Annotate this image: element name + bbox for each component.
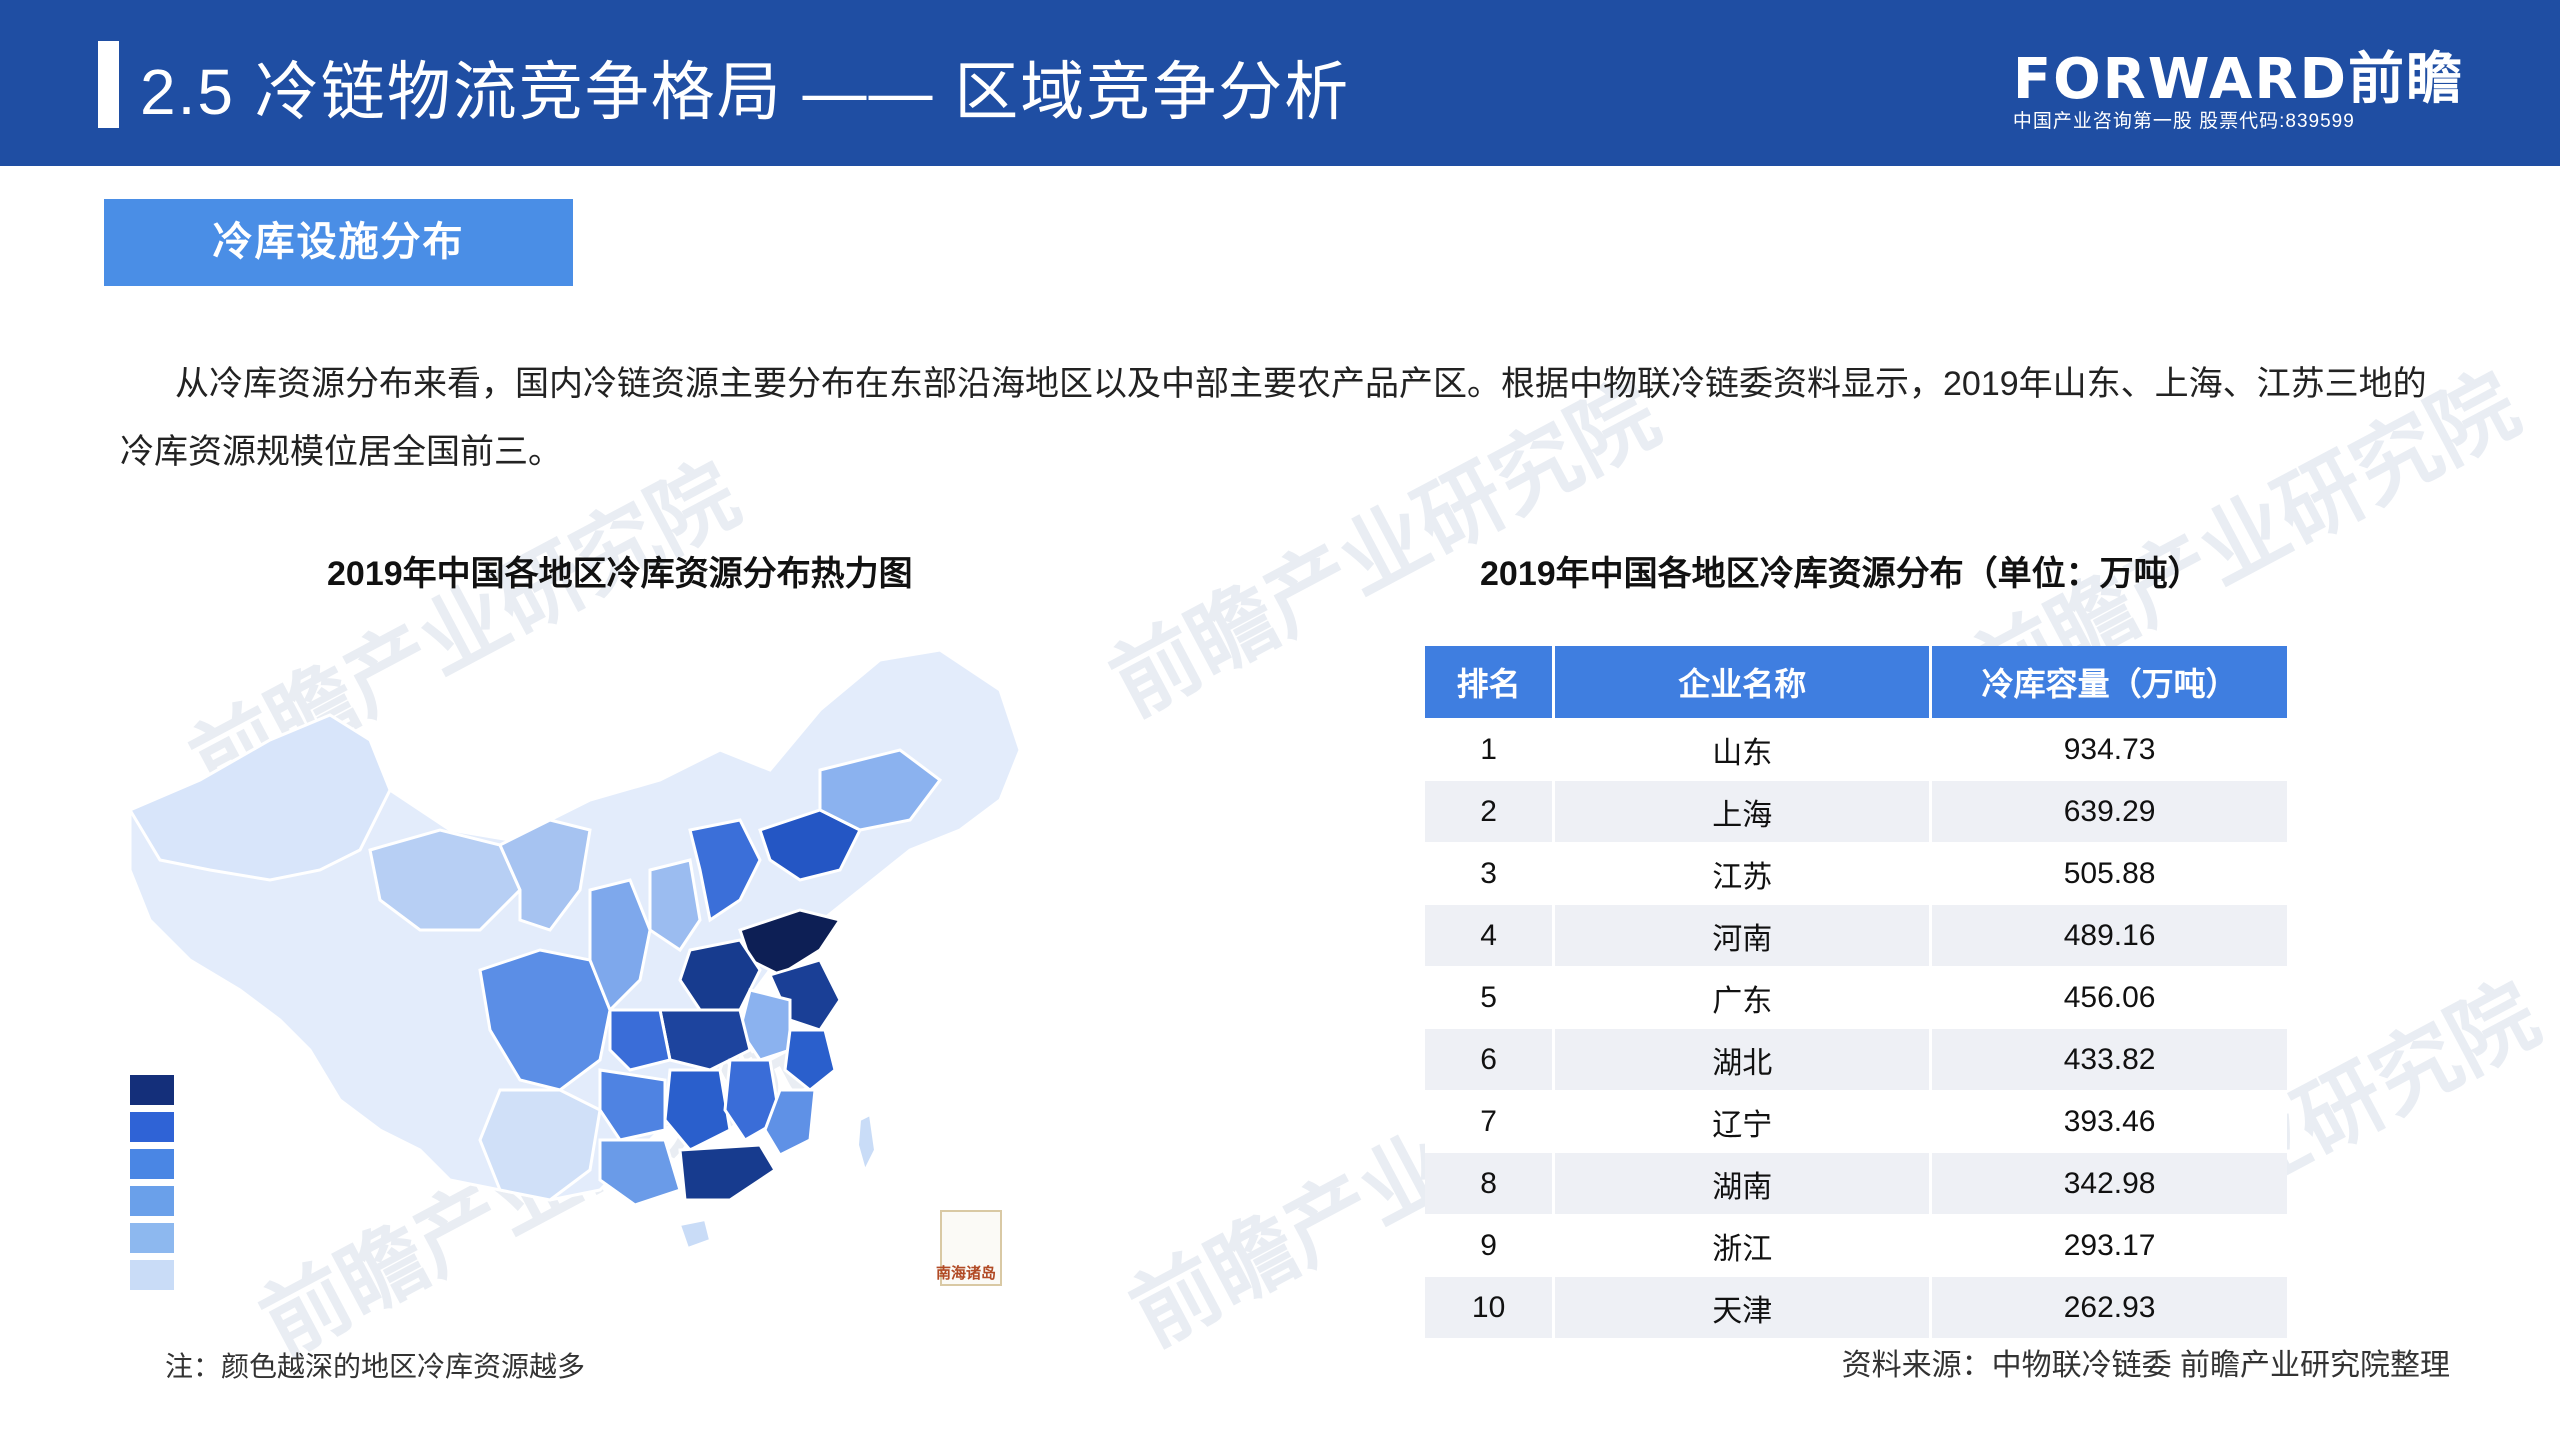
cell-region: 天津 — [1553, 1276, 1933, 1338]
cell-rank: 8 — [1425, 1152, 1556, 1215]
cell-capacity: 293.17 — [1930, 1214, 2287, 1277]
china-heatmap — [120, 630, 1040, 1290]
section-tag: 冷库设施分布 — [104, 199, 573, 286]
region-guangdong — [678, 1143, 778, 1202]
nanhai-label: 南海诸岛 — [936, 1265, 997, 1282]
table-row: 10 天津 262.93 — [1425, 1276, 2287, 1338]
header-rank: 排名 — [1425, 646, 1556, 719]
header-name: 企业名称 — [1553, 646, 1933, 719]
region-guangxi — [598, 1138, 682, 1207]
cell-capacity: 934.73 — [1930, 718, 2287, 781]
table-row: 3 江苏 505.88 — [1425, 842, 2287, 905]
cell-region: 上海 — [1553, 780, 1933, 843]
header-band: 2.5 冷链物流竞争格局 —— 区域竞争分析 FORWARD前瞻 中国产业咨询第… — [0, 0, 2560, 166]
cell-capacity: 262.93 — [1930, 1276, 2287, 1338]
table-row: 6 湖北 433.82 — [1425, 1028, 2287, 1091]
table-header-row: 排名 企业名称 冷库容量（万吨） — [1425, 646, 2287, 719]
cell-region: 浙江 — [1553, 1214, 1933, 1277]
cell-region: 河南 — [1553, 904, 1933, 967]
cell-region: 山东 — [1553, 718, 1933, 781]
legend-swatch — [130, 1112, 174, 1142]
cell-capacity: 505.88 — [1930, 842, 2287, 905]
cell-region: 湖南 — [1553, 1152, 1933, 1215]
title-accent-bar — [98, 41, 119, 128]
header-capacity: 冷库容量（万吨） — [1930, 646, 2287, 719]
cell-region: 江苏 — [1553, 842, 1933, 905]
legend-swatch — [130, 1149, 174, 1179]
legend-swatch — [130, 1186, 174, 1216]
legend-swatch — [130, 1075, 174, 1105]
cell-rank: 5 — [1425, 966, 1556, 1029]
table-title: 2019年中国各地区冷库资源分布（单位：万吨） — [1480, 555, 2202, 593]
cell-rank: 4 — [1425, 904, 1556, 967]
cell-region: 辽宁 — [1553, 1090, 1933, 1153]
page-title: 2.5 冷链物流竞争格局 —— 区域竞争分析 — [140, 56, 1351, 128]
table-row: 7 辽宁 393.46 — [1425, 1090, 2287, 1153]
legend-swatch — [130, 1260, 174, 1290]
brand-logo: FORWARD前瞻 — [2012, 47, 2464, 112]
table-row: 1 山东 934.73 — [1425, 718, 2287, 781]
cell-capacity: 489.16 — [1930, 904, 2287, 967]
table-row: 4 河南 489.16 — [1425, 904, 2287, 967]
legend-swatch — [130, 1223, 174, 1253]
table-row: 2 上海 639.29 — [1425, 780, 2287, 843]
region-xinjiang — [127, 713, 392, 882]
brand-block: FORWARD前瞻 中国产业咨询第一股 股票代码:839599 — [2013, 50, 2464, 134]
cell-capacity: 433.82 — [1930, 1028, 2287, 1091]
cell-rank: 3 — [1425, 842, 1556, 905]
cell-capacity: 393.46 — [1930, 1090, 2287, 1153]
region-taiwan — [856, 1113, 877, 1173]
cell-region: 湖北 — [1553, 1028, 1933, 1091]
map-note: 注：颜色越深的地区冷库资源越多 — [165, 1351, 586, 1382]
cell-rank: 10 — [1425, 1276, 1556, 1338]
table-row: 8 湖南 342.98 — [1425, 1152, 2287, 1215]
region-zhejiang — [783, 1028, 837, 1092]
cell-capacity: 639.29 — [1930, 780, 2287, 843]
cell-rank: 6 — [1425, 1028, 1556, 1091]
china-map-svg — [127, 648, 1022, 1250]
cell-rank: 9 — [1425, 1214, 1556, 1277]
cell-rank: 7 — [1425, 1090, 1556, 1153]
cell-rank: 1 — [1425, 718, 1556, 781]
cell-rank: 2 — [1425, 780, 1556, 843]
map-title: 2019年中国各地区冷库资源分布热力图 — [327, 555, 913, 593]
region-hainan — [678, 1218, 712, 1250]
map-legend — [130, 1075, 174, 1297]
cell-capacity: 456.06 — [1930, 966, 2287, 1029]
ranking-table: 排名 企业名称 冷库容量（万吨） 1 山东 934.73 2 上海 639.29 3 江苏… — [1425, 646, 2287, 1338]
brand-tagline: 中国产业咨询第一股 股票代码:839599 — [2012, 111, 2355, 132]
region-hunan — [663, 1068, 732, 1152]
intro-paragraph: 从冷库资源分布来看，国内冷链资源主要分布在东部沿海地区以及中部主要农产品产区。根… — [120, 365, 2427, 471]
table-row: 9 浙江 293.17 — [1425, 1214, 2287, 1277]
region-chongqing — [608, 1008, 672, 1072]
source-note: 资料来源：中物联冷链委 前瞻产业研究院整理 — [1841, 1349, 2450, 1382]
cell-capacity: 342.98 — [1930, 1152, 2287, 1215]
cell-region: 广东 — [1553, 966, 1933, 1029]
table-row: 5 广东 456.06 — [1425, 966, 2287, 1029]
